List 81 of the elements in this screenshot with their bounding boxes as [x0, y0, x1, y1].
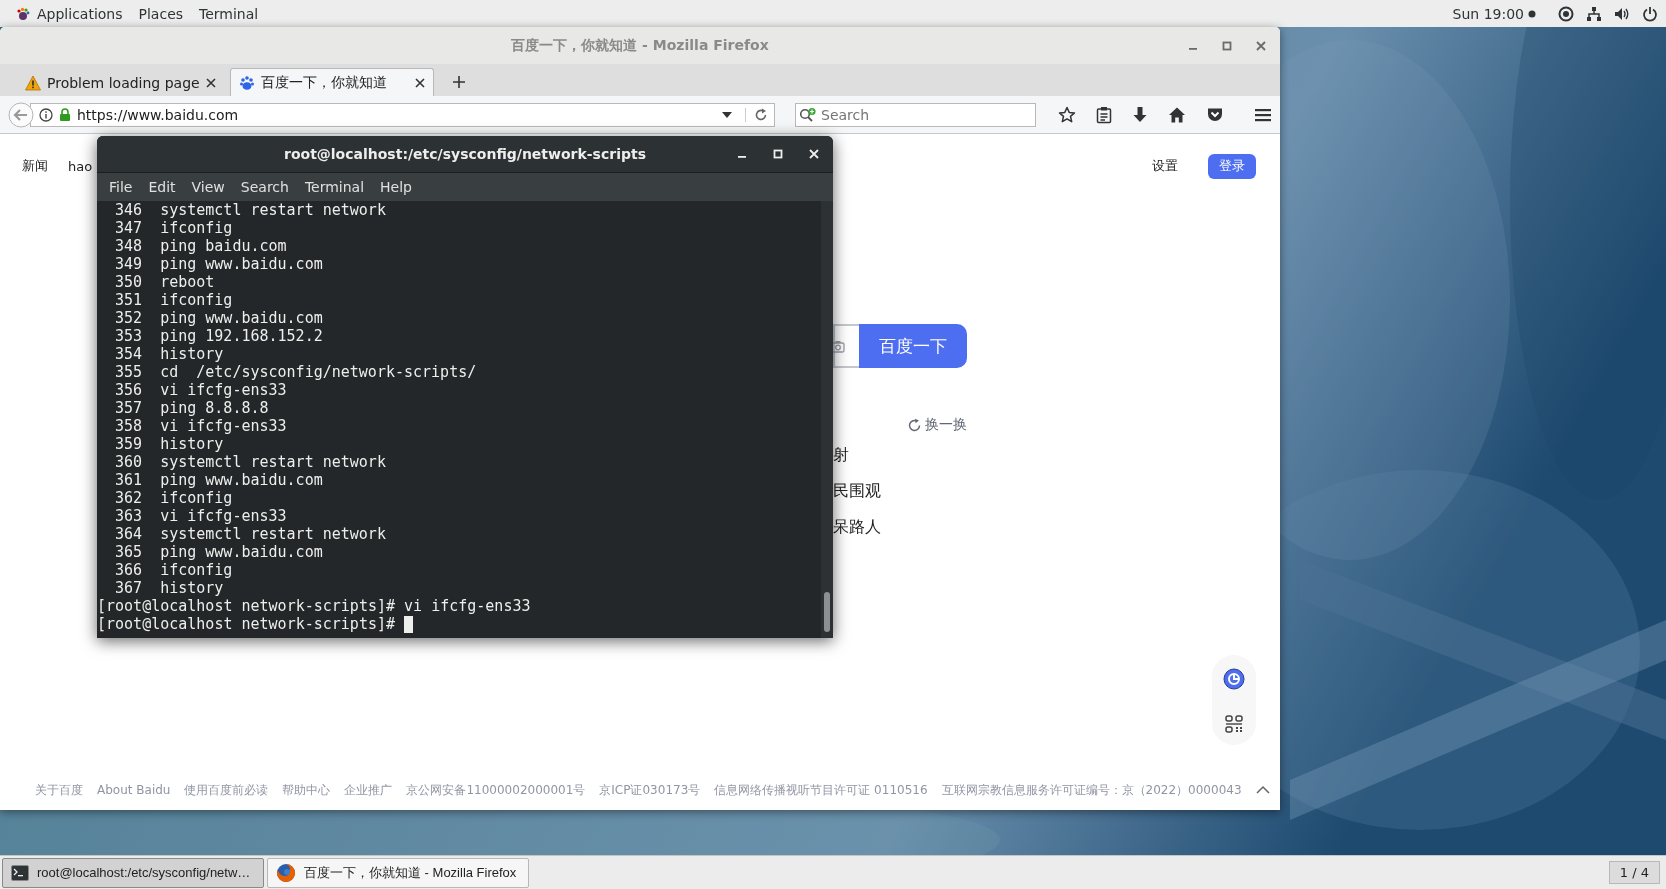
news-link[interactable]: 民围观	[833, 481, 881, 501]
scrollbar-thumb[interactable]	[824, 592, 830, 632]
close-icon[interactable]	[205, 77, 216, 88]
menu-item[interactable]: Terminal	[296, 179, 373, 195]
terminal-line: 366 ifconfig	[114, 561, 234, 579]
paw-icon	[239, 74, 255, 91]
refresh-icon	[907, 417, 922, 433]
browser-tab[interactable]: Problem loading page	[16, 68, 220, 96]
home-icon[interactable]	[1168, 105, 1186, 124]
terminal-line: 353 ping 192.168.152.2	[114, 327, 324, 345]
news-link[interactable]: 呆路人	[833, 517, 881, 537]
refresh-link[interactable]: 换一换	[907, 415, 967, 435]
download-icon[interactable]	[1132, 105, 1148, 124]
login-button[interactable]: 登录	[1208, 153, 1256, 179]
top-menu[interactable]: Terminal	[191, 0, 267, 27]
settings-link[interactable]: 设置	[1152, 157, 1178, 175]
terminal-line: 356 vi ifcfg-ens33	[114, 381, 288, 399]
terminal-line: 367 history	[114, 579, 225, 597]
gnome-foot-icon	[16, 6, 30, 21]
window-title: root@localhost:/etc/sysconfig/network-scripts	[284, 146, 646, 162]
terminal-line: 350 reboot	[114, 273, 216, 291]
menu-item[interactable]: Search	[232, 179, 297, 195]
terminal-line: 348 ping baidu.com	[114, 237, 288, 255]
terminal-line: [root@localhost network-scripts]# vi ifcfg-ens33	[97, 597, 531, 615]
info-icon	[39, 107, 53, 122]
terminal-line: 360 systemctl restart network	[114, 453, 387, 471]
reload-icon[interactable]	[745, 107, 768, 122]
taskbar-item[interactable]: 百度一下，你就知道 - Mozilla Firefox	[267, 857, 529, 888]
menu-item[interactable]: Edit	[140, 179, 184, 195]
dropdown-icon[interactable]	[721, 110, 733, 119]
address-bar[interactable]: https://www.baidu.com	[30, 102, 775, 127]
new-tab-icon[interactable]	[452, 75, 466, 89]
back-icon[interactable]	[8, 101, 34, 128]
menu-item[interactable]: View	[183, 179, 233, 195]
network-icon[interactable]	[1586, 5, 1602, 22]
search-button[interactable]: 百度一下	[859, 324, 967, 368]
top-menu[interactable]: Places	[130, 0, 192, 27]
terminal-line: 362 ifconfig	[114, 489, 234, 507]
qr-code-icon[interactable]	[1225, 714, 1243, 733]
camera-icon[interactable]	[831, 339, 845, 353]
news-link[interactable]: 射	[833, 445, 849, 465]
caret-icon[interactable]	[1255, 785, 1270, 795]
terminal-line: 359 history	[114, 435, 225, 453]
terminal-line: 349 ping www.baidu.com	[114, 255, 324, 273]
taskbar-item[interactable]: root@localhost:/etc/sysconfig/netw…	[2, 857, 264, 888]
nav-link[interactable]: 新闻	[22, 157, 48, 175]
search-field[interactable]: Search	[795, 102, 1036, 127]
scrollbar[interactable]	[821, 201, 833, 638]
clipboard-icon[interactable]	[1096, 105, 1112, 124]
close-icon[interactable]	[415, 77, 425, 88]
menu-icon[interactable]	[1254, 106, 1272, 123]
terminal-line: 352 ping www.baidu.com	[114, 309, 324, 327]
browser-icon	[276, 862, 296, 883]
lock-icon	[59, 107, 71, 122]
terminal-line: 358 vi ifcfg-ens33	[114, 417, 288, 435]
terminal-line: 347 ifconfig	[114, 219, 234, 237]
terminal-line: 363 vi ifcfg-ens33	[114, 507, 288, 525]
terminal-icon	[11, 864, 29, 881]
warning-icon	[25, 74, 41, 91]
menu-item[interactable]: File	[101, 179, 141, 195]
clock[interactable]: Sun 19:00	[1452, 5, 1536, 22]
terminal-line: 346 systemctl restart network	[114, 201, 387, 219]
terminal-line: 357 ping 8.8.8.8	[114, 399, 270, 417]
nav-link[interactable]: hao	[68, 158, 93, 174]
terminal-line: 355 cd /etc/sysconfig/network-scripts/	[114, 363, 478, 381]
terminal-line: [root@localhost network-scripts]#	[97, 615, 395, 633]
terminal-line: 361 ping www.baidu.com	[114, 471, 324, 489]
maximize-icon[interactable]	[771, 147, 785, 161]
terminal-line: 364 systemctl restart network	[114, 525, 387, 543]
star-icon[interactable]	[1058, 105, 1076, 124]
terminal-line: 365 ping www.baidu.com	[114, 543, 324, 561]
terminal-line: 354 history	[114, 345, 225, 363]
applications-menu[interactable]: Applications	[8, 0, 131, 27]
browser-tab[interactable]: 百度一下，你就知道	[230, 68, 434, 96]
terminal-line: 351 ifconfig	[114, 291, 234, 309]
notification-dot-icon	[1528, 9, 1536, 18]
window-title: 百度一下，你就知道 - Mozilla Firefox	[511, 36, 769, 55]
close-icon[interactable]	[807, 147, 821, 161]
power-icon[interactable]	[1642, 5, 1658, 22]
workspace-switcher[interactable]: 1 / 4	[1608, 861, 1660, 884]
menu-item[interactable]: Help	[372, 179, 420, 195]
